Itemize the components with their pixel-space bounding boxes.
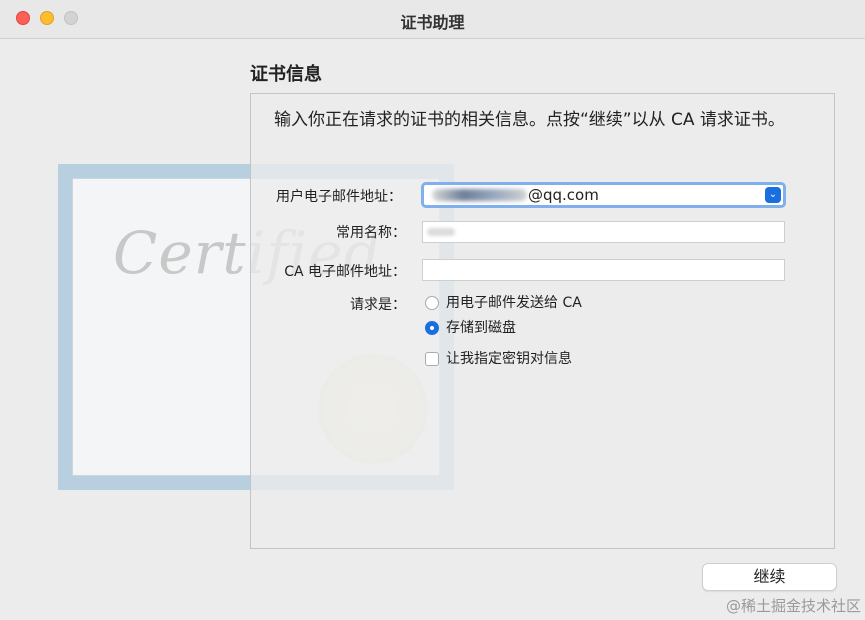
certificate-assistant-window: 证书助理 Certified 证书信息 输入你正在请求的证书的相关信息。点按“继… bbox=[0, 0, 865, 620]
request-label: 请求是： bbox=[350, 297, 406, 313]
radio-save-to-disk[interactable] bbox=[425, 321, 439, 335]
redacted-name bbox=[427, 228, 455, 236]
ca-email-label: CA 电子邮件地址： bbox=[284, 264, 406, 280]
option-specify-key-pair-label: 让我指定密钥对信息 bbox=[446, 351, 572, 367]
common-name-label: 常用名称： bbox=[336, 225, 406, 241]
redacted-email-prefix bbox=[432, 189, 527, 201]
option-save-to-disk[interactable]: 存储到磁盘 bbox=[424, 318, 624, 338]
chevron-down-icon[interactable]: ⌄ bbox=[765, 187, 781, 203]
email-value-suffix: @qq.com bbox=[528, 186, 599, 204]
title-bar: 证书助理 bbox=[0, 0, 865, 39]
continue-button[interactable]: 继续 bbox=[702, 563, 837, 591]
radio-email-to-ca[interactable] bbox=[425, 296, 439, 310]
option-email-to-ca-label: 用电子邮件发送给 CA bbox=[446, 295, 582, 311]
ca-email-input[interactable] bbox=[422, 259, 785, 281]
option-email-to-ca[interactable]: 用电子邮件发送给 CA bbox=[424, 293, 624, 313]
section-title: 证书信息 bbox=[250, 64, 322, 85]
option-specify-key-pair[interactable]: 让我指定密钥对信息 bbox=[424, 349, 624, 369]
checkbox-specify-key-pair[interactable] bbox=[425, 352, 439, 366]
intro-text: 输入你正在请求的证书的相关信息。点按“继续”以从 CA 请求证书。 bbox=[274, 110, 785, 130]
user-email-combobox[interactable]: @qq.com ⌄ bbox=[421, 182, 786, 208]
email-label: 用户电子邮件地址： bbox=[276, 189, 402, 205]
window-title: 证书助理 bbox=[400, 13, 465, 32]
option-save-to-disk-label: 存储到磁盘 bbox=[446, 320, 516, 336]
watermark: @稀土掘金技术社区 bbox=[725, 597, 861, 615]
common-name-input[interactable] bbox=[422, 221, 785, 243]
